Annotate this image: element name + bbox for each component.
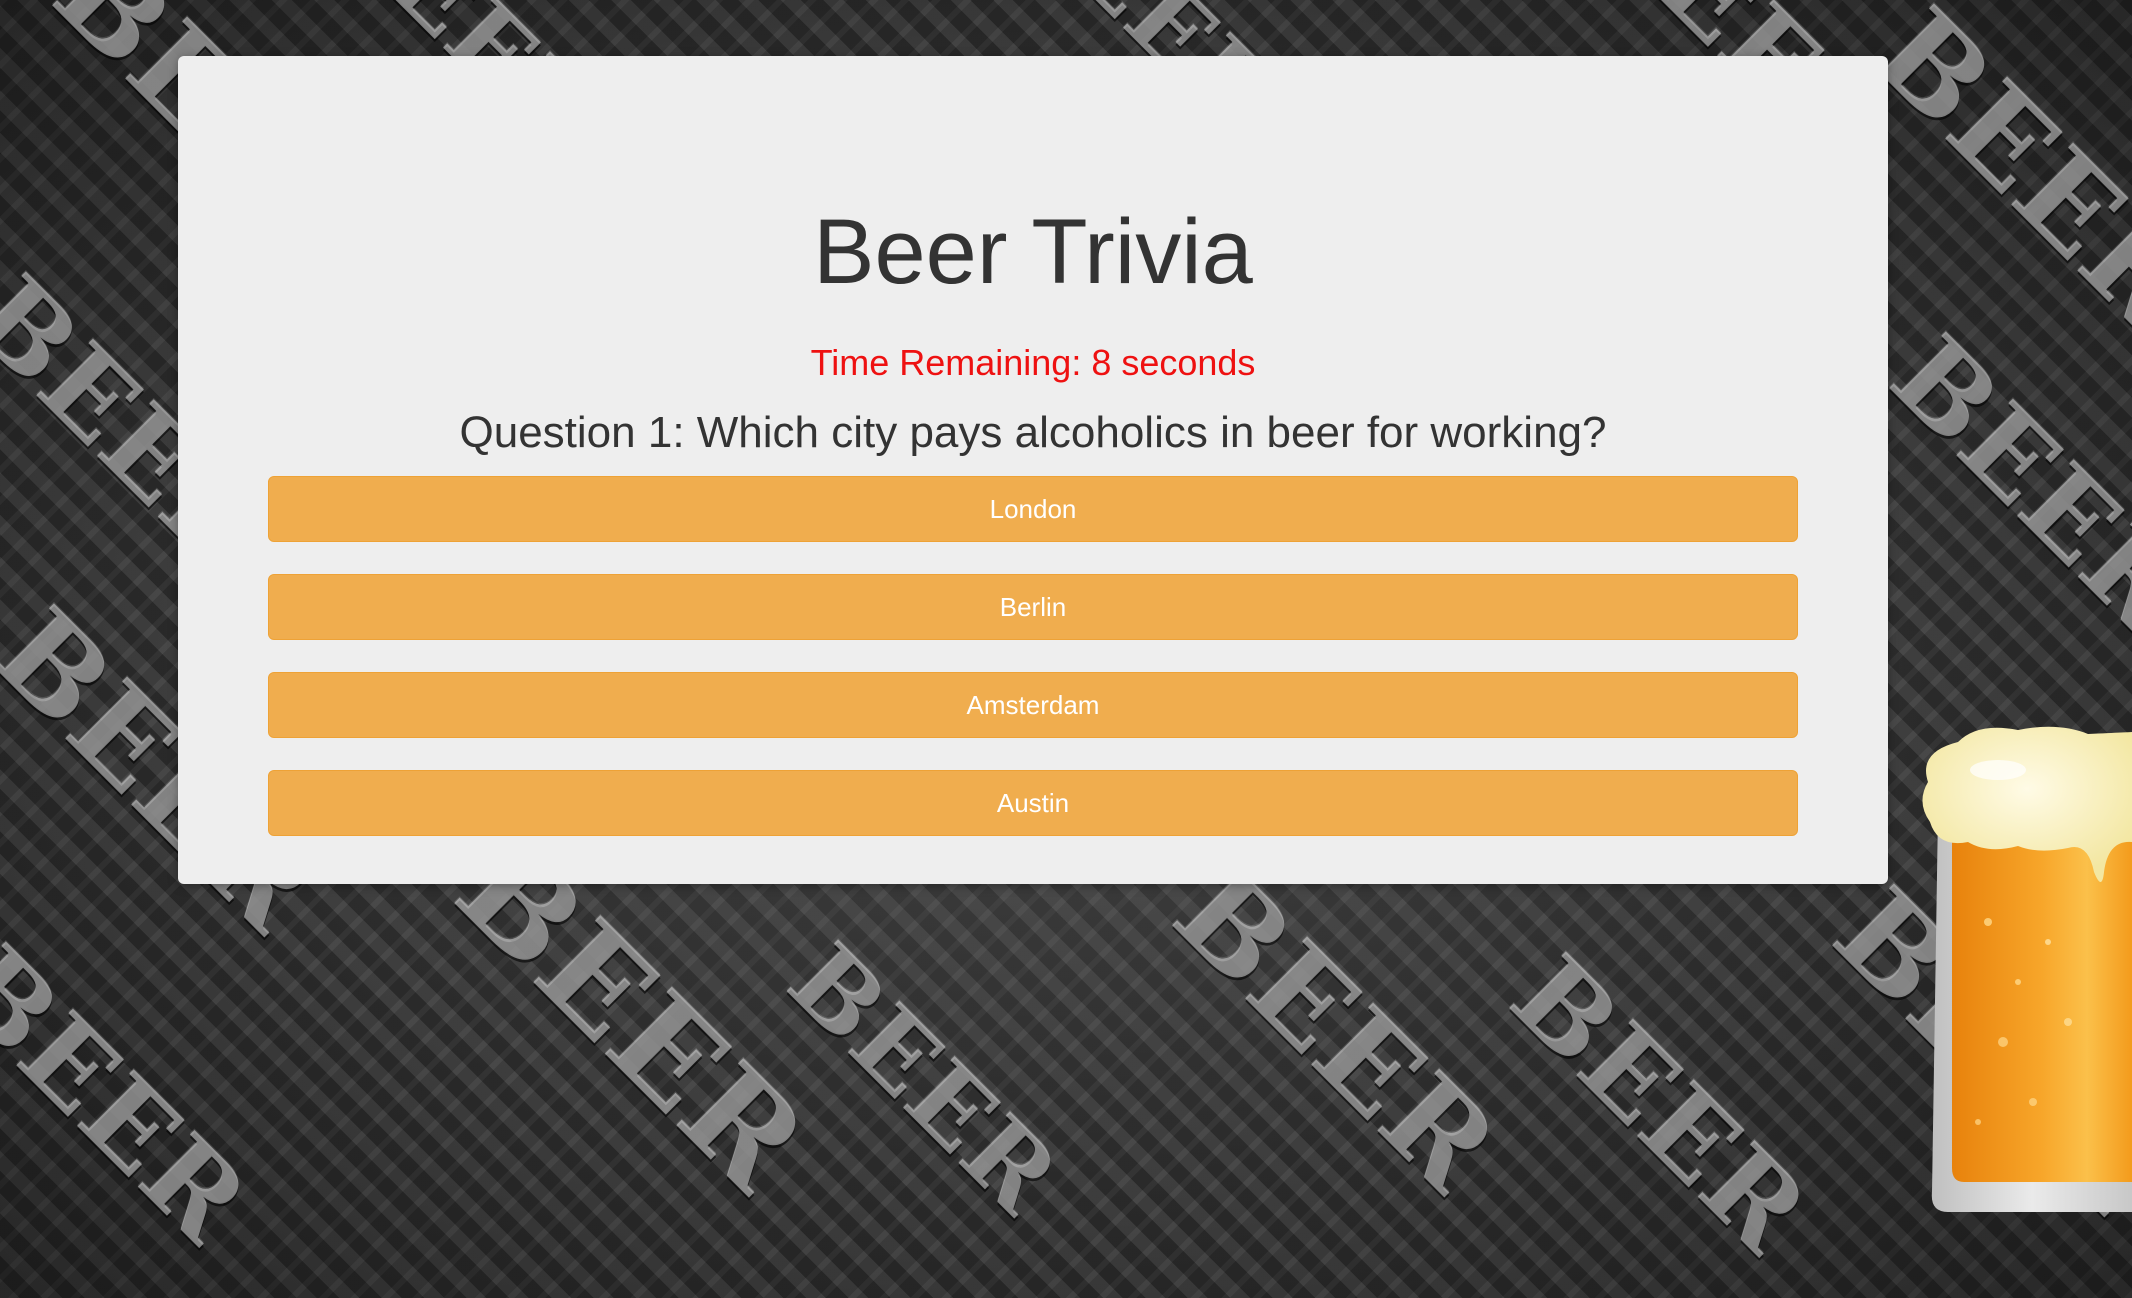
background-word: BEER: [1487, 931, 1833, 1278]
page-title: Beer Trivia: [813, 201, 1253, 303]
trivia-card: Beer Trivia Time Remaining: 8 seconds Qu…: [178, 56, 1888, 884]
answer-button-berlin[interactable]: Berlin: [268, 574, 1798, 640]
answer-button-amsterdam[interactable]: Amsterdam: [268, 672, 1798, 738]
question-text: Question 1: Which city pays alcoholics i…: [459, 408, 1607, 457]
background-word: BEER: [1147, 842, 1525, 1219]
background-word: BEER: [1847, 0, 2132, 359]
answer-list: London Berlin Amsterdam Austin: [268, 476, 1798, 868]
background-word: BEER: [1867, 311, 2132, 658]
background-word: BEER: [0, 921, 273, 1268]
background-word: BEER: [766, 921, 1082, 1237]
beer-mug-icon: [1908, 722, 2132, 1212]
time-remaining: Time Remaining: 8 seconds: [810, 342, 1256, 383]
answer-button-austin[interactable]: Austin: [268, 770, 1798, 836]
answer-button-london[interactable]: London: [268, 476, 1798, 542]
